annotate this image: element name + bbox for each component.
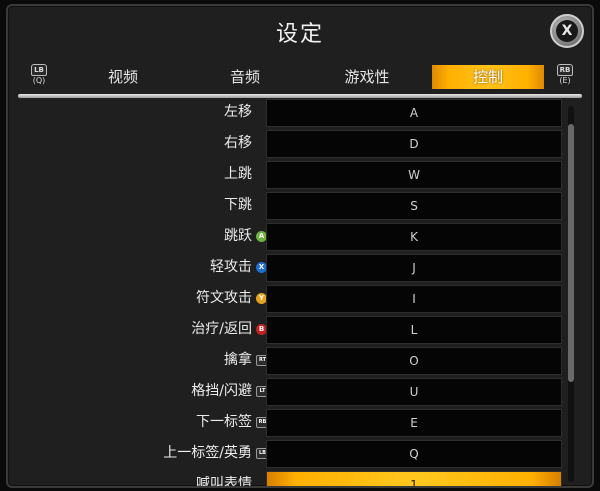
scrollbar-thumb[interactable] xyxy=(568,124,574,382)
binding-key-field[interactable]: O xyxy=(266,347,562,375)
binding-row[interactable]: 左移 A xyxy=(22,98,570,129)
binding-row[interactable]: 符文攻击 Y I xyxy=(22,284,570,315)
page-title: 设定 xyxy=(275,22,324,47)
binding-row[interactable]: 上跳 W xyxy=(22,160,570,191)
binding-action-label: 左移 xyxy=(224,104,252,120)
binding-key-field[interactable]: W xyxy=(266,161,562,189)
lb-bumper-hint: LB (Q) xyxy=(28,64,50,86)
binding-key-field[interactable]: D xyxy=(266,130,562,158)
binding-row[interactable]: 擒拿 RT O xyxy=(22,346,570,377)
binding-key-field[interactable]: K xyxy=(266,223,562,251)
binding-action-label: 右移 xyxy=(224,135,252,151)
binding-action-label: 擒拿 xyxy=(224,352,252,368)
binding-row[interactable]: 下一标签 RB E xyxy=(22,408,570,439)
lb-bumper-icon: LB xyxy=(31,64,47,76)
binding-row[interactable]: 治疗/返回 B L xyxy=(22,315,570,346)
binding-row[interactable]: 格挡/闪避 LT U xyxy=(22,377,570,408)
binding-key-field[interactable]: Q xyxy=(266,440,562,468)
binding-key-field[interactable]: J xyxy=(266,254,562,282)
binding-action-label: 上一标签/英勇 xyxy=(163,445,252,461)
rb-key-hint: (E) xyxy=(559,76,571,85)
tab-video[interactable]: 视频 xyxy=(68,65,178,89)
binding-row[interactable]: 上一标签/英勇 LB Q xyxy=(22,439,570,470)
binding-row[interactable]: 下跳 S xyxy=(22,191,570,222)
tab-gameplay[interactable]: 游戏性 xyxy=(312,65,422,89)
close-icon: X xyxy=(556,20,578,42)
close-button[interactable]: X xyxy=(550,14,584,48)
binding-action-label: 下一标签 xyxy=(196,414,252,430)
binding-key-field[interactable]: L xyxy=(266,316,562,344)
binding-action-label: 治疗/返回 xyxy=(191,321,252,337)
rb-bumper-icon: RB xyxy=(556,64,574,76)
binding-key-field[interactable]: 1 xyxy=(266,471,562,486)
scrollbar[interactable] xyxy=(568,106,574,482)
key-binding-list: 左移 A 右移 D 上跳 W 下跳 S 跳跃 A K 轻攻击 X J 符文攻击 Y I 治疗/返回 B L 擒拿 RT O 格… xyxy=(22,98,570,486)
binding-action-label: 下跳 xyxy=(224,197,252,213)
rb-bumper-hint: RB (E) xyxy=(554,64,576,86)
settings-window: 设定 X LB (Q) 视频 音频 游戏性 控制 RB (E) 左移 A 右移 D 上跳… xyxy=(6,4,594,488)
binding-key-field[interactable]: I xyxy=(266,285,562,313)
binding-row[interactable]: 右移 D xyxy=(22,129,570,160)
tab-bar: LB (Q) 视频 音频 游戏性 控制 RB (E) xyxy=(22,62,578,94)
binding-action-label: 格挡/闪避 xyxy=(191,383,252,399)
binding-action-label: 喊叫表情 xyxy=(196,476,252,486)
tab-controls[interactable]: 控制 xyxy=(432,65,544,89)
binding-row[interactable]: 跳跃 A K xyxy=(22,222,570,253)
binding-row[interactable]: 喊叫表情 1 xyxy=(22,470,570,486)
binding-action-label: 上跳 xyxy=(224,166,252,182)
binding-key-field[interactable]: U xyxy=(266,378,562,406)
binding-key-field[interactable]: A xyxy=(266,99,562,127)
lb-key-hint: (Q) xyxy=(32,76,46,85)
binding-key-field[interactable]: S xyxy=(266,192,562,220)
binding-action-label: 符文攻击 xyxy=(196,290,252,306)
binding-row[interactable]: 轻攻击 X J xyxy=(22,253,570,284)
tab-audio[interactable]: 音频 xyxy=(190,65,300,89)
binding-key-field[interactable]: E xyxy=(266,409,562,437)
binding-action-label: 跳跃 xyxy=(224,228,252,244)
binding-action-label: 轻攻击 xyxy=(210,259,252,275)
